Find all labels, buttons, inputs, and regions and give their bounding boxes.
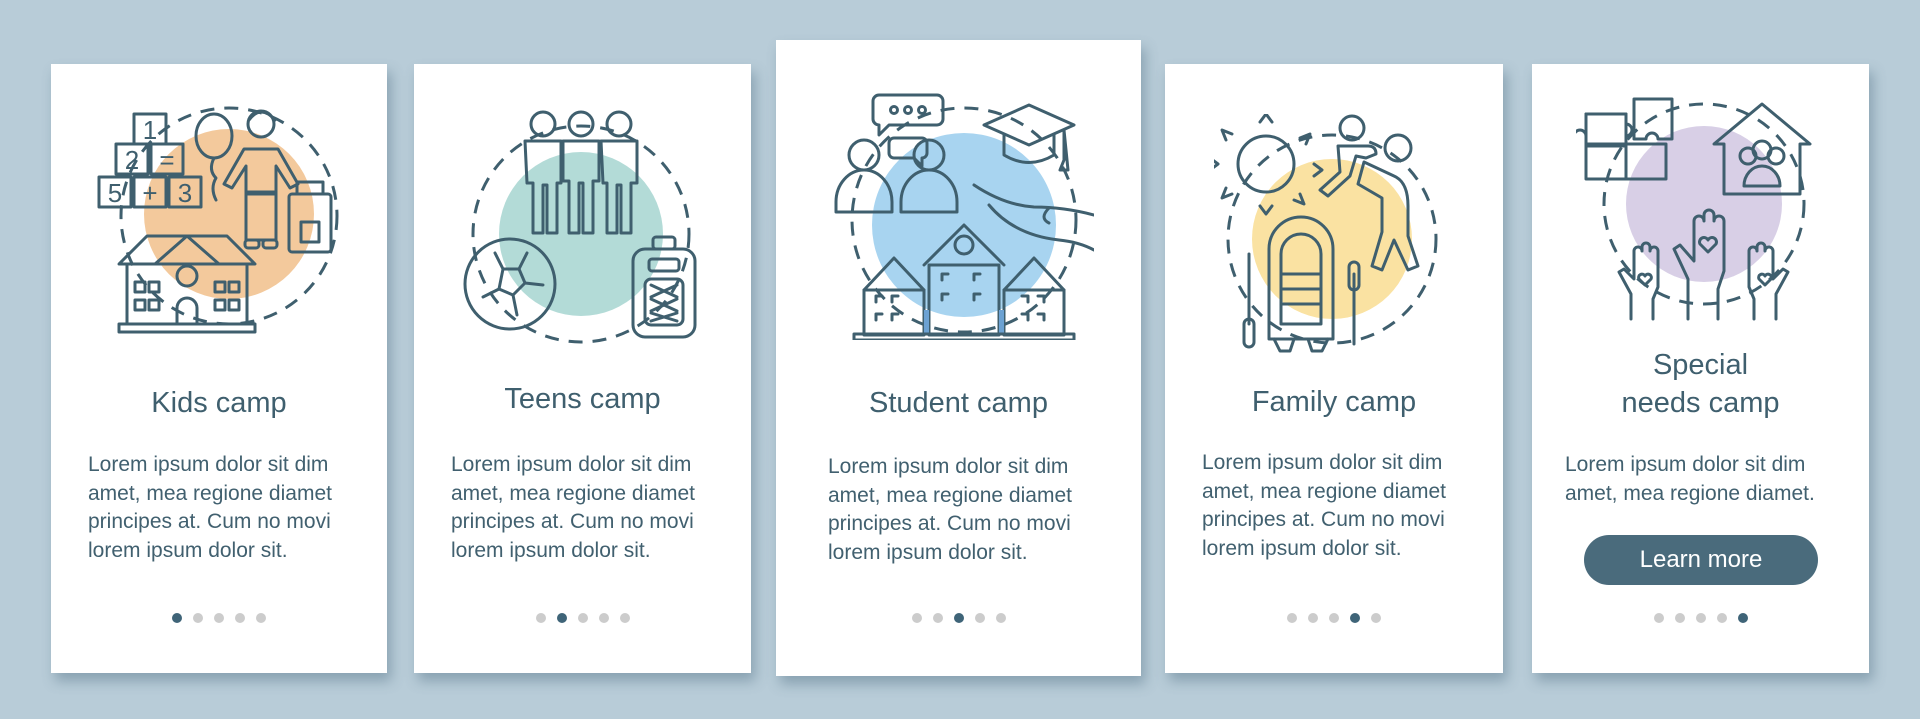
card-description: Lorem ipsum dolor sit dim amet, mea regi… [828, 455, 1072, 564]
page-dot-3[interactable] [1329, 613, 1339, 623]
page-dot-3[interactable] [953, 613, 964, 623]
student-camp-illustration [776, 90, 1141, 340]
svg-text:1: 1 [143, 115, 157, 145]
page-dot-1[interactable] [172, 613, 182, 623]
onboarding-card-family-camp: Family camp Lorem ipsum dolor sit dim am… [1165, 64, 1503, 673]
card-description: Lorem ipsum dolor sit dim amet, mea regi… [1565, 453, 1815, 505]
card-title: Kids camp [151, 387, 287, 419]
pagination-dots [51, 613, 387, 623]
page-dot-3[interactable] [577, 613, 588, 623]
card-title: Teens camp [504, 383, 661, 415]
svg-text:3: 3 [178, 178, 192, 208]
page-dot-1[interactable] [911, 613, 922, 623]
card-title: Student camp [869, 387, 1048, 419]
pagination-dots [1165, 613, 1503, 623]
page-dot-4[interactable] [974, 613, 985, 623]
onboarding-card-special-needs-camp: Special needs camp Lorem ipsum dolor sit… [1532, 64, 1869, 673]
onboarding-card-kids-camp: 1 2 = 5 + 3 Kids camp Lorem ipsum dolor … [51, 64, 387, 673]
page-dot-2[interactable] [1674, 613, 1685, 623]
page-dot-5[interactable] [256, 613, 266, 623]
page-dot-3[interactable] [1695, 613, 1706, 623]
page-dot-2[interactable] [932, 613, 943, 623]
page-dot-1[interactable] [1287, 613, 1297, 623]
family-camp-illustration [1165, 114, 1503, 354]
svg-text:2: 2 [125, 145, 139, 175]
card-title: Family camp [1251, 386, 1417, 418]
onboarding-card-student-camp: Student camp Lorem ipsum dolor sit dim a… [776, 40, 1141, 676]
learn-more-button[interactable]: Learn more [1584, 535, 1818, 585]
card-description: Lorem ipsum dolor sit dim amet, mea regi… [1202, 451, 1446, 560]
teens-camp-illustration [414, 109, 751, 349]
page-dot-5[interactable] [619, 613, 630, 623]
svg-text:5: 5 [108, 178, 122, 208]
svg-text:+: + [142, 178, 157, 208]
pagination-dots [776, 613, 1141, 623]
pagination-dots [414, 613, 751, 623]
page-dot-4[interactable] [1716, 613, 1727, 623]
page-dot-1[interactable] [1653, 613, 1664, 623]
special-needs-camp-illustration [1532, 94, 1869, 324]
page-dot-2[interactable] [193, 613, 203, 623]
page-dot-1[interactable] [535, 613, 546, 623]
svg-text:=: = [159, 145, 174, 175]
page-dot-4[interactable] [235, 613, 245, 623]
page-dot-4[interactable] [1350, 613, 1360, 623]
kids-camp-illustration: 1 2 = 5 + 3 [51, 104, 387, 344]
page-dot-3[interactable] [214, 613, 224, 623]
page-dot-2[interactable] [556, 613, 567, 623]
card-title: Special needs camp [1621, 349, 1780, 419]
pagination-dots [1532, 613, 1869, 623]
page-dot-5[interactable] [995, 613, 1006, 623]
page-dot-5[interactable] [1737, 613, 1748, 623]
page-dot-4[interactable] [598, 613, 609, 623]
card-description: Lorem ipsum dolor sit dim amet, mea regi… [451, 453, 695, 562]
card-description: Lorem ipsum dolor sit dim amet, mea regi… [88, 453, 332, 562]
page-dot-2[interactable] [1308, 613, 1318, 623]
onboarding-card-teens-camp: Teens camp Lorem ipsum dolor sit dim ame… [414, 64, 751, 673]
page-dot-5[interactable] [1371, 613, 1381, 623]
